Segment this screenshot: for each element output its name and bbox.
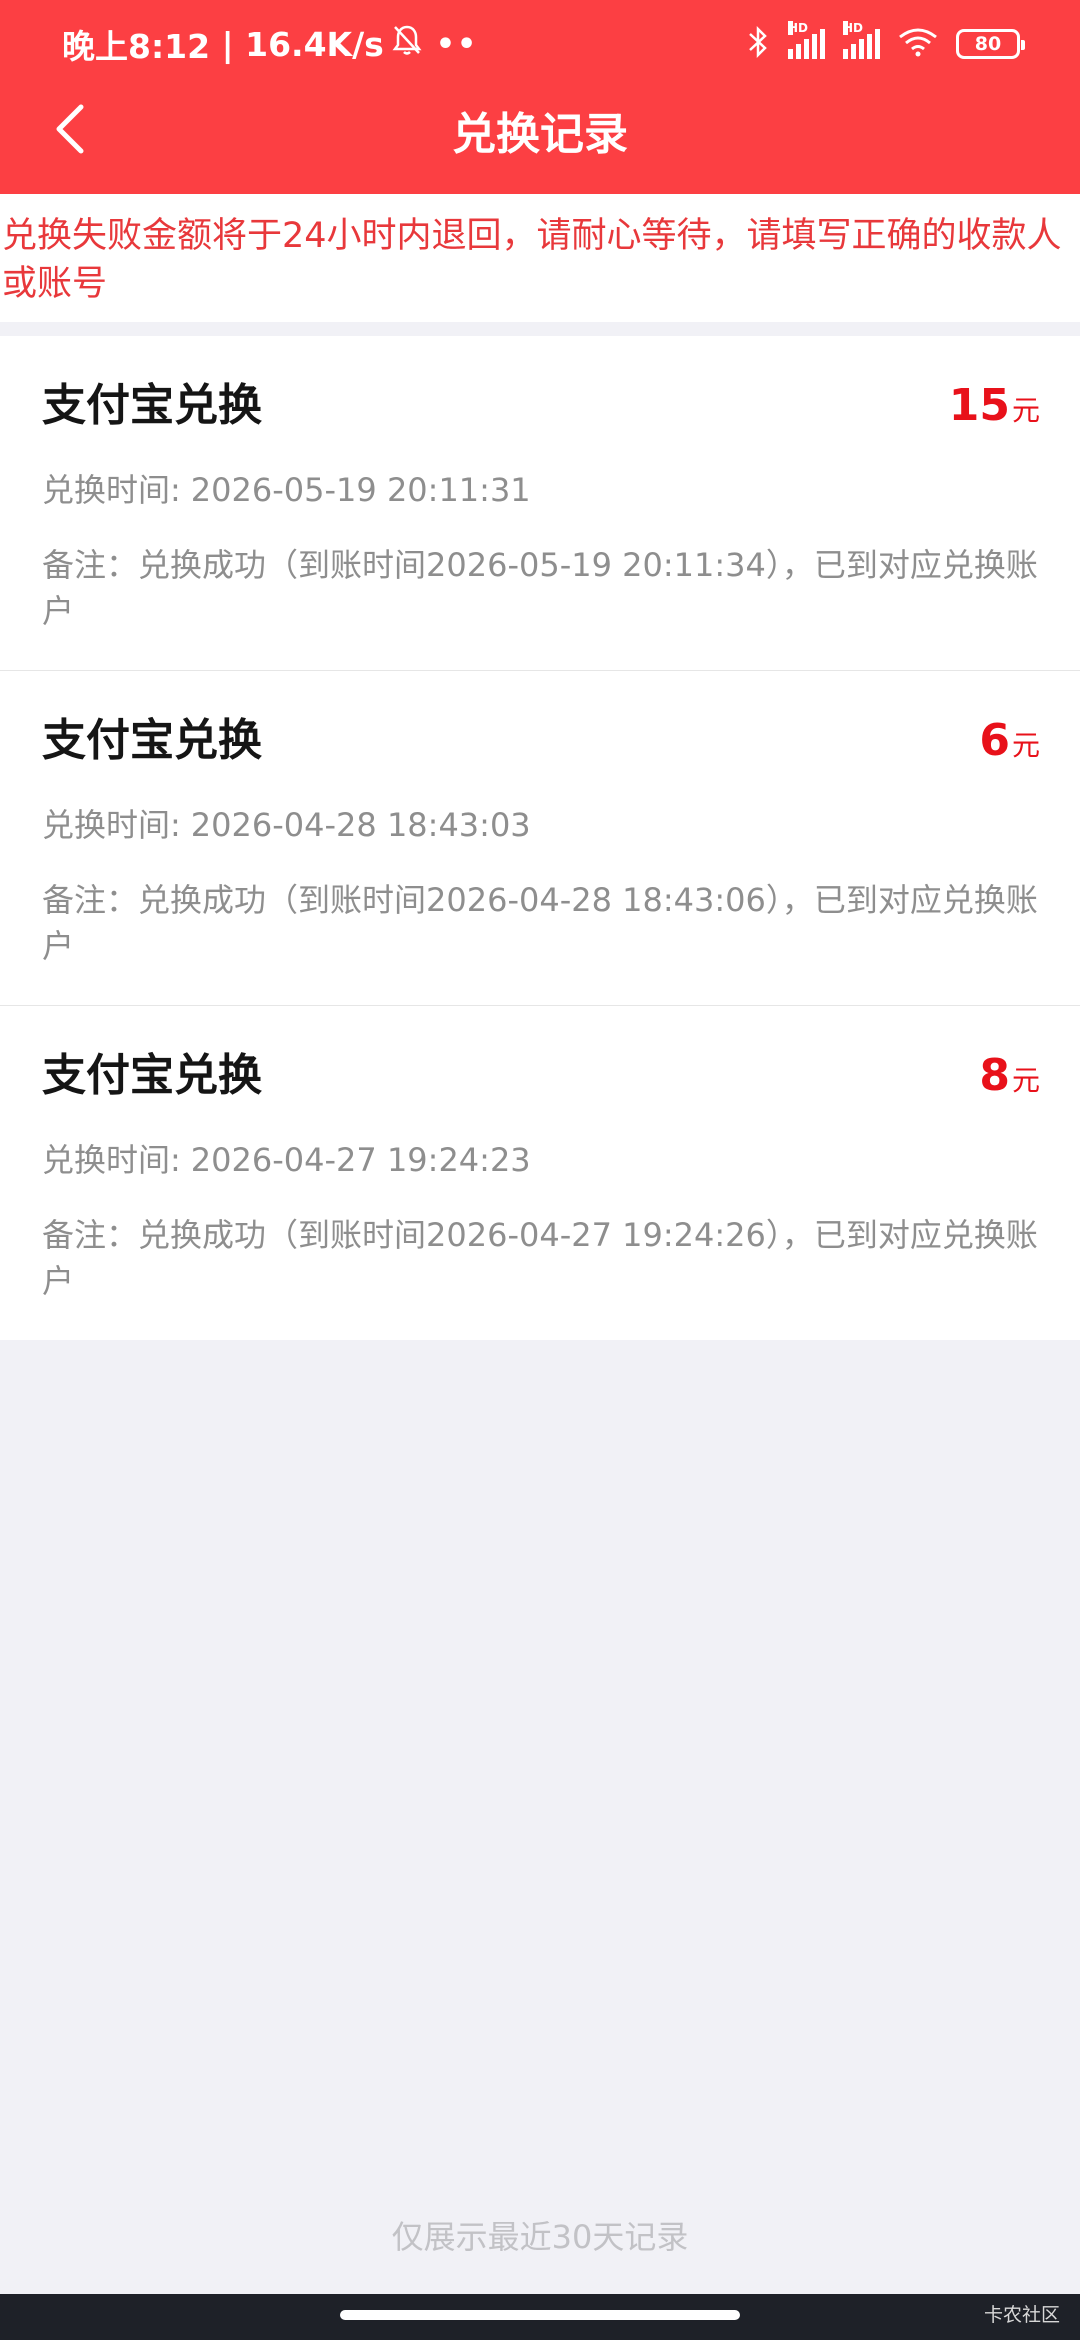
record-amount: 15元 [949,376,1040,445]
record-title: 支付宝兑换 [42,715,262,766]
record-title: 支付宝兑换 [42,380,262,431]
amount-unit: 元 [1011,729,1040,762]
record-time-value: 2026-05-19 20:11:31 [190,471,531,509]
status-time: 晚上8:12 [62,27,211,66]
amount-value: 8 [979,1050,1010,1101]
record-time-value: 2026-04-28 18:43:03 [190,806,531,844]
wifi-icon [898,27,938,61]
record-time: 兑换时间: 2026-04-28 18:43:03 [42,803,531,847]
record-time: 兑换时间: 2026-04-27 19:24:23 [42,1138,531,1182]
signal-icon: HD [788,21,825,59]
notice-text: 兑换失败金额将于24小时内退回，请耐心等待，请填写正确的收款人或账号 [2,216,1062,304]
network-speed: 16.4K/s [245,24,384,64]
app-header: 晚上8:12 | 16.4K/s •• HD HD 80 兑换记录 [0,0,1080,194]
bluetooth-icon [746,25,770,63]
footer-note: 仅展示最近30天记录 [391,2218,689,2256]
battery-level: 80 [974,33,1002,55]
record-time-value: 2026-04-27 19:24:23 [190,1141,531,1179]
record-time: 兑换时间: 2026-05-19 20:11:31 [42,468,531,512]
record-list: 支付宝兑换 15元 兑换时间: 2026-05-19 20:11:31 备注：兑换… [0,336,1080,1340]
record-note: 备注：兑换成功（到账时间2026-05-19 20:11:34），已到对应兑换账… [42,546,1038,630]
record-item[interactable]: 支付宝兑换 8元 兑换时间: 2026-04-27 19:24:23 备注：兑换成… [0,1006,1080,1340]
record-note: 备注：兑换成功（到账时间2026-04-27 19:24:26），已到对应兑换账… [42,1216,1038,1300]
amount-unit: 元 [1011,394,1040,427]
record-time-label: 兑换时间: [42,471,181,509]
page-title: 兑换记录 [452,109,628,160]
record-time-label: 兑换时间: [42,1141,181,1179]
battery-icon: 80 [956,29,1025,59]
record-item[interactable]: 支付宝兑换 15元 兑换时间: 2026-05-19 20:11:31 备注：兑换… [0,336,1080,671]
bell-off-icon [392,24,422,64]
amount-unit: 元 [1011,1064,1040,1097]
record-note: 备注：兑换成功（到账时间2026-04-28 18:43:06），已到对应兑换账… [42,881,1038,965]
status-right: HD HD 80 [746,21,1025,66]
record-time-label: 兑换时间: [42,806,181,844]
amount-value: 15 [948,380,1010,431]
more-notifications-icon: •• [435,26,479,62]
system-nav-bar: 卡农社区 [0,2294,1080,2340]
watermark: 卡农社区 [983,2304,1060,2326]
signal-icon: HD [843,21,880,59]
amount-value: 6 [979,715,1010,766]
record-amount: 6元 [979,711,1040,780]
status-left: 晚上8:12 | 16.4K/s •• [62,20,478,68]
record-amount: 8元 [979,1046,1040,1115]
record-item[interactable]: 支付宝兑换 6元 兑换时间: 2026-04-28 18:43:03 备注：兑换成… [0,671,1080,1006]
notice-banner: 兑换失败金额将于24小时内退回，请耐心等待，请填写正确的收款人或账号 [0,194,1080,322]
home-indicator[interactable] [340,2310,740,2320]
status-bar: 晚上8:12 | 16.4K/s •• HD HD 80 [0,0,1080,88]
record-title: 支付宝兑换 [42,1050,262,1101]
